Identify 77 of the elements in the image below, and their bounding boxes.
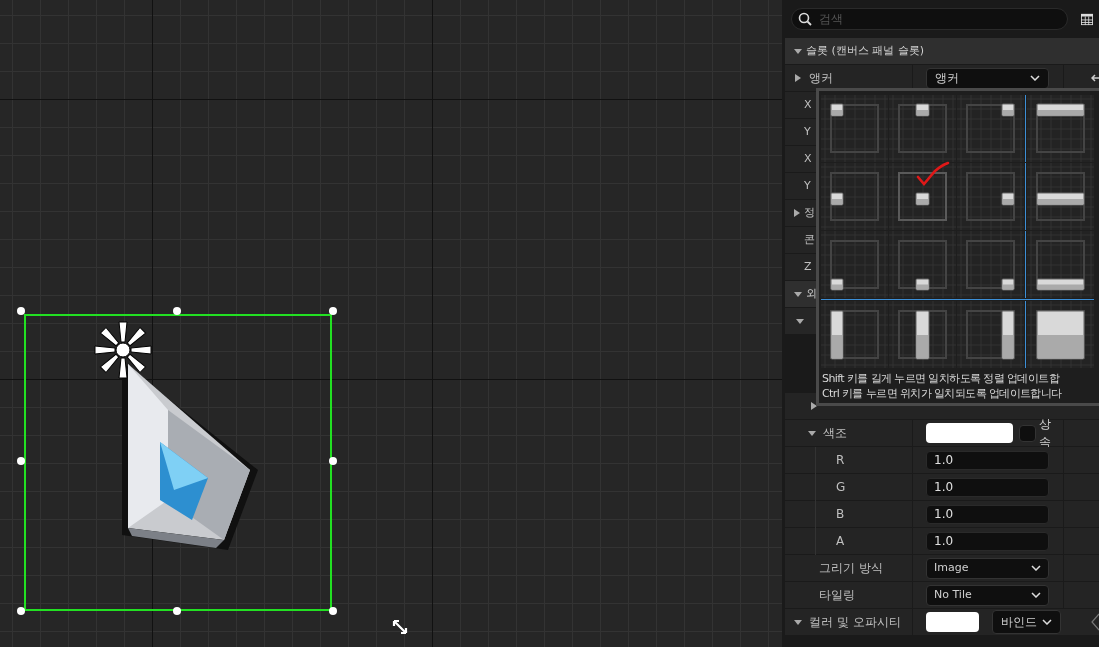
expand-arrow-icon[interactable]	[792, 208, 802, 218]
property-label: 색조	[823, 425, 847, 442]
resize-cursor-icon	[391, 618, 409, 636]
hint-text: Shift 키를 길게 누르면 일치하도록 정렬 업데이트합	[822, 371, 1061, 386]
checkmark-annotation	[915, 161, 951, 187]
property-label: Z	[804, 258, 812, 275]
property-label: 정	[804, 204, 815, 221]
property-label: 앵커	[809, 70, 833, 87]
resize-handle[interactable]	[17, 307, 25, 315]
property-label: Y	[804, 177, 811, 194]
anchor-option-button[interactable]	[821, 95, 888, 162]
property-label: X	[804, 96, 812, 113]
resize-handle[interactable]	[17, 457, 25, 465]
color-swatch[interactable]	[926, 612, 979, 632]
resize-handle[interactable]	[329, 607, 337, 615]
expand-arrow-icon[interactable]	[809, 401, 819, 411]
reset-arrow-icon[interactable]	[1091, 74, 1099, 82]
anchor-option-button[interactable]	[821, 163, 888, 230]
keyframe-icon[interactable]	[1091, 613, 1099, 631]
property-label: Y	[804, 123, 811, 140]
anchor-option-button[interactable]	[889, 301, 956, 368]
anchor-flower-icon[interactable]	[91, 318, 155, 382]
dropdown[interactable]: Image	[926, 557, 1049, 579]
selection-frame[interactable]	[24, 314, 332, 611]
anchor-option-button[interactable]	[821, 301, 888, 368]
hint-text: Ctrl 키를 누르면 위치가 일치되도록 업데이트합니다	[822, 386, 1063, 401]
anchor-option-button[interactable]	[821, 231, 888, 298]
search-icon	[798, 12, 812, 26]
number-field[interactable]: 1.0	[926, 531, 1049, 551]
anchor-option-button[interactable]	[889, 163, 956, 230]
anchor-option-button[interactable]	[1027, 301, 1094, 368]
property-label: 콘	[804, 231, 815, 248]
property-label: 타일링	[819, 587, 855, 604]
expand-arrow-icon[interactable]	[793, 73, 803, 83]
property-label: A	[836, 533, 845, 550]
table-view-icon[interactable]	[1081, 12, 1093, 26]
resize-handle[interactable]	[173, 307, 181, 315]
checkbox-label: 상속	[1039, 416, 1053, 451]
section-header: 외	[806, 285, 817, 302]
anchor-option-button[interactable]	[1027, 95, 1094, 162]
expand-arrow-icon[interactable]	[807, 428, 817, 438]
resize-handle[interactable]	[173, 607, 181, 615]
property-label: R	[836, 452, 845, 469]
resize-handle[interactable]	[329, 457, 337, 465]
number-field[interactable]: 1.0	[926, 450, 1049, 470]
anchor-option-button[interactable]	[1027, 231, 1094, 298]
expand-arrow-icon[interactable]	[795, 316, 805, 326]
chevron-down-icon	[1031, 565, 1041, 571]
property-label: X	[804, 150, 812, 167]
property-label: 컬러 및 오파시티	[809, 614, 901, 631]
anchor-option-button[interactable]	[957, 95, 1024, 162]
anchor-option-button[interactable]	[889, 95, 956, 162]
anchor-option-button[interactable]	[957, 231, 1024, 298]
anchor-option-button[interactable]	[889, 231, 956, 298]
bind-dropdown[interactable]: 바인드	[992, 610, 1061, 634]
expand-arrow-icon[interactable]	[793, 289, 803, 299]
chevron-down-icon	[1031, 592, 1041, 598]
chevron-down-icon	[1030, 75, 1040, 81]
number-field[interactable]: 1.0	[926, 504, 1049, 524]
property-label: 그리기 방식	[819, 560, 883, 577]
anchor-dropdown[interactable]: 앵커	[926, 67, 1049, 89]
color-swatch[interactable]	[926, 423, 1014, 443]
anchor-option-button[interactable]	[957, 301, 1024, 368]
checkbox[interactable]	[1019, 424, 1037, 442]
expand-arrow-icon[interactable]	[793, 617, 803, 627]
property-label: G	[836, 479, 846, 496]
anchor-option-button[interactable]	[957, 163, 1024, 230]
resize-handle[interactable]	[17, 607, 25, 615]
number-field[interactable]: 1.0	[926, 477, 1049, 497]
section-header: 슬롯 (캔버스 패널 슬롯)	[806, 42, 925, 59]
resize-handle[interactable]	[329, 307, 337, 315]
anchor-option-button[interactable]	[1027, 163, 1094, 230]
search-field[interactable]: 검색	[791, 8, 1068, 30]
dropdown[interactable]: No Tile	[926, 584, 1049, 606]
chevron-down-icon	[1042, 619, 1052, 625]
expand-arrow-icon[interactable]	[793, 46, 803, 56]
property-label: B	[836, 506, 845, 523]
